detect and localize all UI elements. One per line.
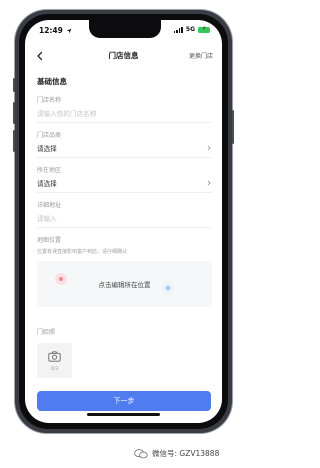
battery-icon: ⚡ [198,26,210,33]
wechat-icon [134,448,148,458]
region-select[interactable]: 请选择 [37,178,212,188]
store-name-field[interactable]: 门店名称 请输入你的门店名称 [37,95,212,123]
map-hint: 位置有误直接影响客户到店，请仔细确认 [37,249,128,255]
region-field[interactable]: 所在地区 请选择 [37,165,212,193]
phone-screen: 12:49 5G ⚡ 门店信息 更换门店 基础信息 门店名称 请输入你的门店名称… [25,20,222,423]
region-label: 所在地区 [37,167,62,174]
photo-count: 0/3 [50,367,59,372]
store-type-select[interactable]: 请选择 [37,143,212,153]
network-label: 5G [185,26,195,33]
store-type-label: 门店品类 [37,132,62,139]
address-input[interactable]: 请输入 [37,213,212,223]
store-name-label: 门店名称 [37,97,62,104]
watermark: 微信号: GZV13888 [134,448,219,459]
map-label: 地图位置 [37,237,62,244]
volume-down-button [13,130,15,152]
address-label: 详细地址 [37,202,62,209]
volume-up-button [13,102,15,124]
map-location-picker[interactable]: 点击编辑所在位置 [37,261,212,307]
address-field[interactable]: 详细地址 请输入 [37,200,212,228]
photo-upload-button[interactable]: 0/3 [37,343,72,378]
notch [89,20,161,38]
status-time: 12:49 [39,26,72,35]
status-indicators: 5G ⚡ [173,26,210,33]
power-button [232,110,234,144]
home-indicator[interactable] [87,413,160,416]
nav-bar: 门店信息 更换门店 [25,48,222,64]
chevron-right-icon [207,145,211,151]
store-name-input[interactable]: 请输入你的门店名称 [37,108,212,118]
switch-store-link[interactable]: 更换门店 [189,51,213,60]
mute-switch [13,78,15,92]
storefront-photo-label: 门脸照 [37,329,56,336]
store-type-field[interactable]: 门店品类 请选择 [37,130,212,158]
section-title: 基础信息 [37,77,67,86]
form-content: 基础信息 门店名称 请输入你的门店名称 门店品类 请选择 所在地区 请选择 详细… [37,76,212,378]
canvas: 12:49 5G ⚡ 门店信息 更换门店 基础信息 门店名称 请输入你的门店名称… [0,0,249,468]
signal-icon [173,26,183,33]
location-arrow-icon [66,28,71,34]
camera-icon [48,351,61,362]
watermark-text: 微信号: GZV13888 [152,449,220,458]
map-caption: 点击编辑所在位置 [98,281,151,289]
next-step-button[interactable]: 下一步 [37,391,211,411]
chevron-right-icon [207,180,211,186]
